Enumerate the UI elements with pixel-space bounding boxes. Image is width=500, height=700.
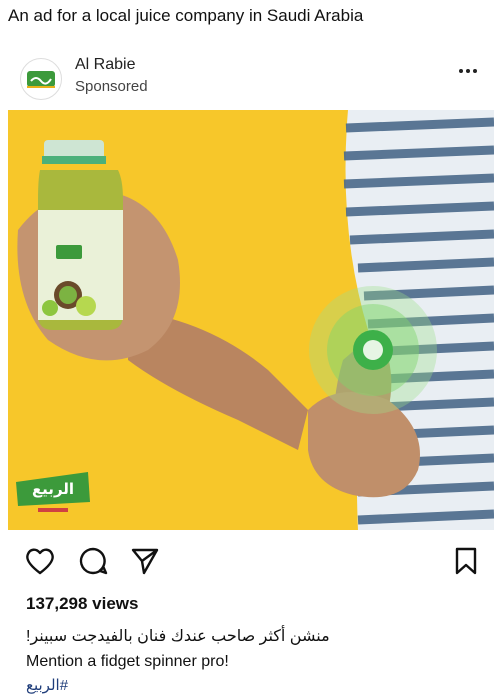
brand-logo-icon bbox=[27, 71, 55, 88]
more-options-icon[interactable] bbox=[458, 62, 478, 74]
hashtag-link[interactable]: #الربيع bbox=[26, 676, 68, 694]
sponsored-label: Sponsored bbox=[75, 78, 148, 95]
post-header: Al Rabie Sponsored bbox=[0, 48, 500, 106]
post-author[interactable]: Al Rabie bbox=[75, 56, 135, 74]
view-count: 137,298 views bbox=[26, 594, 139, 613]
caption-english: Mention a fidget spinner pro! bbox=[26, 653, 229, 670]
page-caption: An ad for a local juice company in Saudi… bbox=[8, 6, 364, 25]
fidget-spinner bbox=[309, 286, 437, 414]
ad-photo[interactable]: الربيع bbox=[8, 110, 494, 530]
caption-arabic: منشن أكثر صاحب عندك فنان بالفيدجت سبينر! bbox=[26, 628, 330, 645]
share-icon[interactable] bbox=[130, 546, 160, 581]
heart-icon[interactable] bbox=[24, 546, 56, 581]
photo-logo-text: الربيع bbox=[32, 480, 74, 498]
bookmark-icon[interactable] bbox=[454, 546, 478, 581]
post-actions bbox=[0, 540, 500, 586]
avatar[interactable] bbox=[20, 58, 62, 100]
comment-icon[interactable] bbox=[78, 546, 108, 581]
